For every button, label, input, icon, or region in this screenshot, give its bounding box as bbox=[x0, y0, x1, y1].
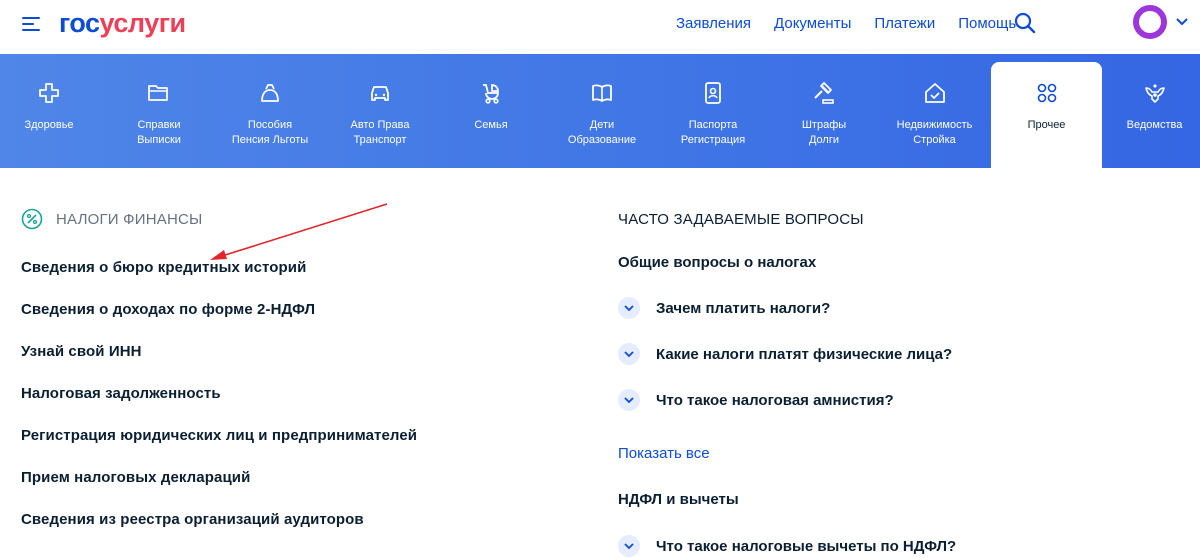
category-realty[interactable]: Недвижимость Стройка bbox=[884, 54, 985, 168]
link-auditors-registry[interactable]: Сведения из реестра организаций аудиторо… bbox=[21, 511, 417, 553]
category-sublabel: Пенсия Льготы bbox=[231, 134, 309, 146]
folder-icon bbox=[148, 85, 168, 101]
passport-icon bbox=[705, 82, 721, 104]
category-benefits[interactable]: Пособия Пенсия Льготы bbox=[220, 54, 320, 168]
category-sublabel: Регистрация bbox=[680, 134, 746, 146]
gavel-icon bbox=[814, 82, 834, 104]
logo[interactable]: госуслуги bbox=[59, 8, 186, 39]
category-label: Авто Права bbox=[350, 119, 410, 131]
section-title: НАЛОГИ ФИНАНСЫ bbox=[56, 211, 203, 228]
faq-question: Какие налоги платят физические лица? bbox=[656, 345, 953, 363]
category-label: Дети bbox=[589, 119, 615, 131]
category-label: Недвижимость bbox=[896, 119, 973, 131]
category-agencies[interactable]: Ведомства bbox=[1109, 54, 1200, 168]
search-icon[interactable] bbox=[1013, 11, 1037, 35]
header: госуслуги Заявления Документы Платежи По… bbox=[0, 0, 1200, 54]
faq-question: Зачем платить налоги? bbox=[656, 299, 831, 317]
link-tax-declarations[interactable]: Прием налоговых деклараций bbox=[21, 469, 417, 511]
percent-icon bbox=[21, 208, 43, 230]
category-other[interactable]: Прочее bbox=[991, 62, 1102, 168]
category-children[interactable]: Дети Образование bbox=[553, 54, 651, 168]
category-label: Справки bbox=[137, 119, 181, 131]
category-sublabel: Выписки bbox=[137, 134, 181, 146]
faq-question: Что такое налоговая амнистия? bbox=[656, 391, 894, 409]
faq-group-title: Общие вопросы о налогах bbox=[618, 254, 817, 271]
link-income-2ndfl[interactable]: Сведения о доходах по форме 2-НДФЛ bbox=[21, 301, 417, 343]
category-bar: Здоровье Справки Выписки Пособия Пенсия Ль… bbox=[0, 54, 1200, 168]
faq-title: ЧАСТО ЗАДАВАЕМЫЕ ВОПРОСЫ bbox=[618, 211, 864, 228]
logo-part-uslugi: услуги bbox=[99, 8, 187, 38]
category-label: Прочее bbox=[1027, 119, 1066, 131]
category-label: Штрафы bbox=[801, 119, 847, 131]
link-registration-entities[interactable]: Регистрация юридических лиц и предприним… bbox=[21, 427, 417, 469]
category-fines[interactable]: Штрафы Долги bbox=[775, 54, 873, 168]
chevron-down-icon bbox=[618, 535, 640, 557]
faq-item[interactable]: Какие налоги платят физические лица? bbox=[618, 342, 952, 366]
stroller-icon bbox=[483, 84, 499, 104]
faq-item[interactable]: Что такое налоговые вычеты по НДФЛ? bbox=[618, 534, 956, 558]
category-sublabel: Стройка bbox=[913, 134, 956, 146]
category-label: Семья bbox=[474, 119, 508, 131]
category-sublabel: Транспорт bbox=[353, 134, 407, 146]
category-label: Здоровье bbox=[24, 119, 74, 131]
wallet-icon bbox=[261, 84, 279, 102]
category-family[interactable]: Семья bbox=[442, 54, 540, 168]
top-nav: Заявления Документы Платежи Помощь bbox=[676, 15, 1016, 32]
plus-cross-icon bbox=[39, 83, 59, 103]
service-links: Сведения о бюро кредитных историй Сведен… bbox=[21, 259, 417, 553]
category-label: Ведомства bbox=[1126, 119, 1183, 131]
category-auto[interactable]: Авто Права Транспорт bbox=[331, 54, 429, 168]
logo-part-gos: гос bbox=[59, 8, 100, 38]
nav-documents[interactable]: Документы bbox=[774, 15, 851, 32]
car-icon bbox=[371, 86, 389, 101]
eagle-emblem-icon bbox=[1144, 84, 1165, 103]
nav-help[interactable]: Помощь bbox=[958, 15, 1016, 32]
faq-group-title: НДФЛ и вычеты bbox=[618, 491, 739, 508]
nav-payments[interactable]: Платежи bbox=[874, 15, 935, 32]
chevron-down-icon bbox=[618, 343, 640, 365]
category-certificates[interactable]: Справки Выписки bbox=[110, 54, 208, 168]
category-sublabel: Долги bbox=[808, 134, 840, 146]
faq-item[interactable]: Зачем платить налоги? bbox=[618, 296, 830, 320]
category-passports[interactable]: Паспорта Регистрация bbox=[664, 54, 762, 168]
nav-applications[interactable]: Заявления bbox=[676, 15, 751, 32]
link-credit-bureau[interactable]: Сведения о бюро кредитных историй bbox=[21, 259, 417, 301]
menu-icon[interactable] bbox=[22, 15, 42, 31]
house-icon bbox=[924, 83, 945, 103]
link-tax-debt[interactable]: Налоговая задолженность bbox=[21, 385, 417, 427]
chevron-down-icon bbox=[618, 389, 640, 411]
faq-item[interactable]: Что такое налоговая амнистия? bbox=[618, 388, 894, 412]
show-all-link[interactable]: Показать все bbox=[618, 445, 710, 462]
link-inn[interactable]: Узнай свой ИНН bbox=[21, 343, 417, 385]
category-label: Пособия bbox=[247, 119, 293, 131]
book-icon bbox=[592, 84, 612, 102]
category-sublabel: Образование bbox=[567, 134, 637, 146]
category-label: Паспорта bbox=[688, 119, 738, 131]
chevron-down-icon bbox=[618, 297, 640, 319]
category-health[interactable]: Здоровье bbox=[0, 54, 98, 168]
chevron-down-icon[interactable] bbox=[1175, 17, 1189, 27]
faq-question: Что такое налоговые вычеты по НДФЛ? bbox=[656, 537, 957, 555]
grid-circles-icon bbox=[1037, 83, 1056, 103]
avatar[interactable] bbox=[1133, 5, 1167, 39]
